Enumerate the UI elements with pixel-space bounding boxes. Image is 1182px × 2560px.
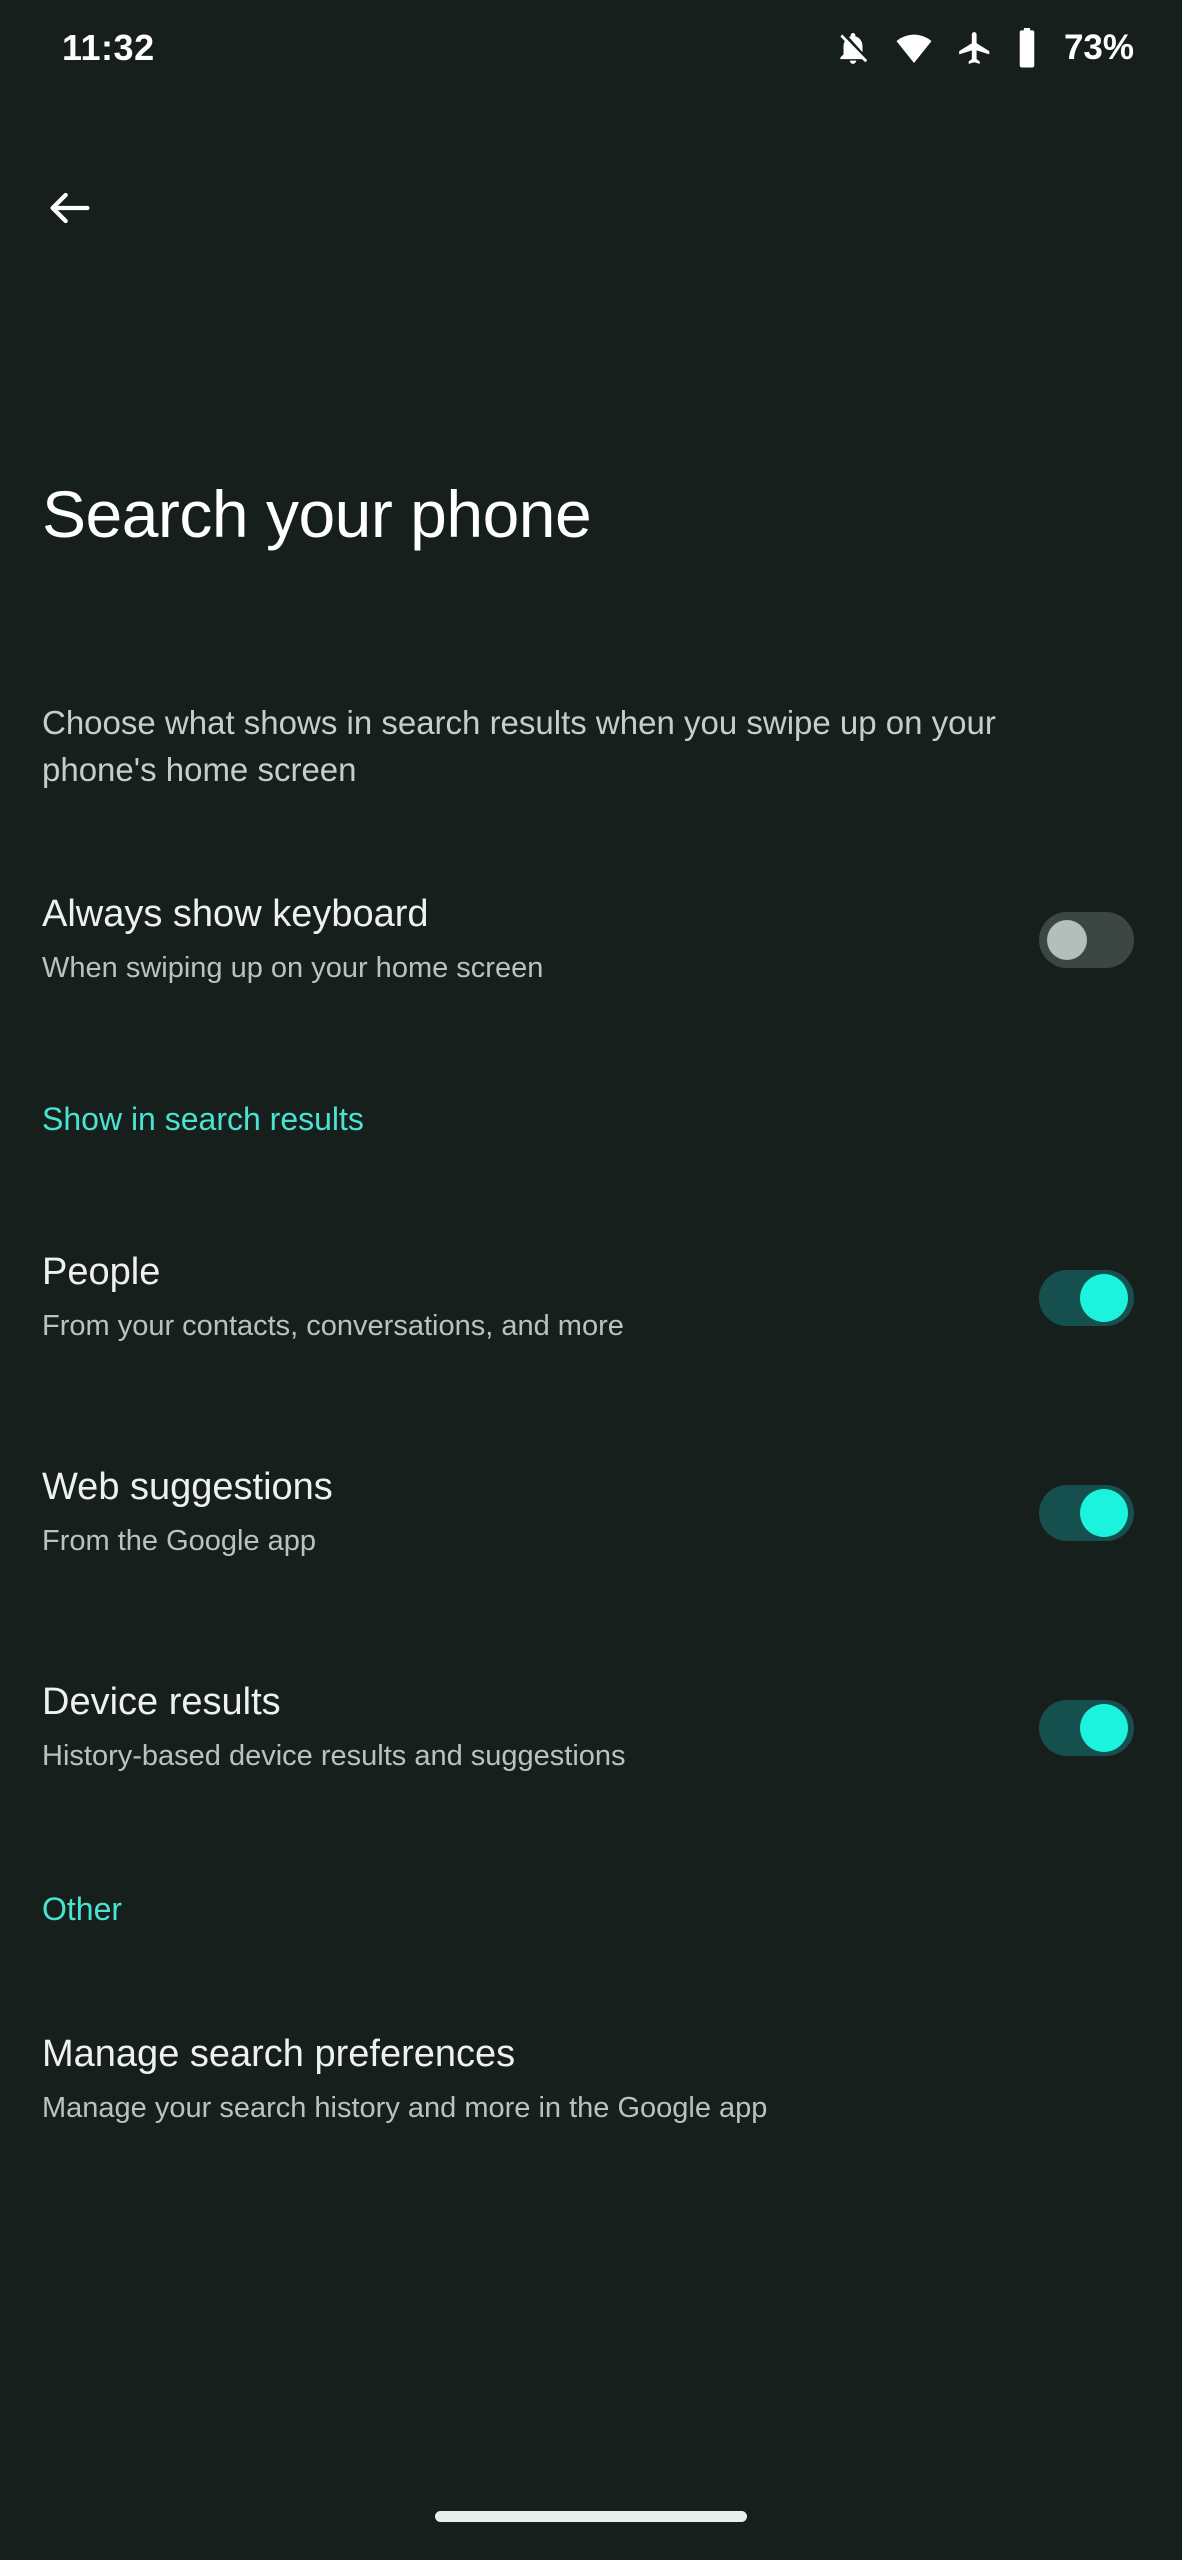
- toggle-web-suggestions[interactable]: [1039, 1485, 1134, 1541]
- notifications-off-icon: [834, 29, 872, 67]
- row-subtitle: From your contacts, conversations, and m…: [42, 1309, 624, 1342]
- page-description: Choose what shows in search results when…: [42, 704, 996, 788]
- row-title: Manage search preferences: [42, 2033, 516, 2076]
- row-text: Always show keyboard When swiping up on …: [42, 892, 1039, 987]
- airplane-mode-icon: [956, 29, 994, 67]
- setting-row-always-show-keyboard[interactable]: Always show keyboard When swiping up on …: [0, 880, 1182, 1000]
- wifi-icon: [894, 28, 934, 68]
- toggle-thumb: [1080, 1274, 1128, 1322]
- status-bar-clock: 11:32: [62, 26, 155, 68]
- status-bar-icons: 73%: [834, 27, 1134, 68]
- back-button[interactable]: [22, 162, 118, 258]
- battery-percent-label: 73%: [1063, 28, 1134, 67]
- row-subtitle: History-based device results and suggest…: [42, 1739, 626, 1772]
- toggle-thumb: [1080, 1489, 1128, 1537]
- row-text: Manage search preferences Manage your se…: [42, 2032, 1134, 2127]
- battery-icon: [1016, 27, 1038, 68]
- setting-row-manage-search-preferences[interactable]: Manage search preferences Manage your se…: [0, 2020, 1182, 2140]
- toggle-device-results[interactable]: [1039, 1700, 1134, 1756]
- arrow-left-icon: [44, 182, 96, 239]
- row-text: People From your contacts, conversations…: [42, 1250, 1039, 1345]
- search-your-phone-settings-screen: 11:32 73% Search your phone Choose what …: [0, 0, 1182, 2560]
- row-text: Web suggestions From the Google app: [42, 1465, 1039, 1560]
- row-title: Always show keyboard: [42, 893, 429, 936]
- row-subtitle: From the Google app: [42, 1524, 317, 1557]
- section-header-show-in-search-results: Show in search results: [42, 1101, 364, 1137]
- home-indicator[interactable]: [435, 2511, 747, 2522]
- status-bar: 11:32 73%: [0, 0, 1182, 95]
- setting-row-web-suggestions[interactable]: Web suggestions From the Google app: [0, 1453, 1182, 1573]
- page-title: Search your phone: [42, 477, 592, 551]
- row-text: Device results History-based device resu…: [42, 1680, 1039, 1775]
- row-title: People: [42, 1251, 161, 1294]
- row-title: Web suggestions: [42, 1466, 333, 1509]
- toggle-thumb: [1080, 1704, 1128, 1752]
- toggle-people[interactable]: [1039, 1270, 1134, 1326]
- row-subtitle: When swiping up on your home screen: [42, 951, 544, 984]
- toggle-thumb: [1047, 920, 1087, 960]
- toggle-always-show-keyboard[interactable]: [1039, 912, 1134, 968]
- setting-row-people[interactable]: People From your contacts, conversations…: [0, 1238, 1182, 1358]
- setting-row-device-results[interactable]: Device results History-based device resu…: [0, 1668, 1182, 1788]
- section-header-other: Other: [42, 1891, 123, 1927]
- row-title: Device results: [42, 1681, 281, 1724]
- row-subtitle: Manage your search history and more in t…: [42, 2091, 768, 2124]
